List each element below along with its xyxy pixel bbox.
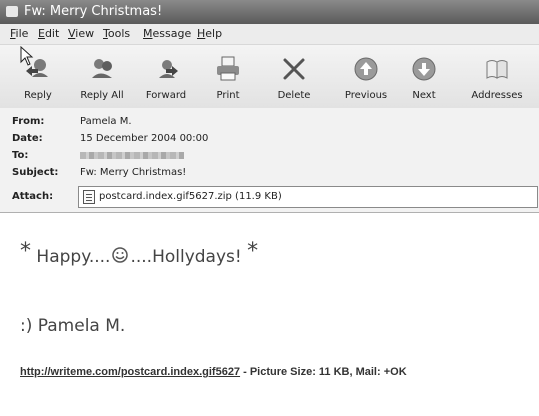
message-header: From: Pamela M. Date: 15 December 2004 0… — [0, 108, 539, 213]
to-row: To: — [0, 148, 300, 163]
attach-label: Attach: — [12, 191, 54, 202]
menu-edit[interactable]: Edit — [38, 24, 59, 44]
address-book-icon — [486, 60, 508, 79]
star-glyph: * — [20, 239, 31, 264]
date-value: 15 December 2004 00:00 — [80, 133, 209, 144]
forward-button[interactable]: Forward — [138, 45, 194, 107]
attachment-item[interactable]: postcard.index.gif5627.zip (11.9 KB) — [78, 186, 538, 208]
next-button[interactable]: Next — [404, 45, 444, 107]
printer-icon — [217, 56, 239, 81]
redacted-recipient — [80, 152, 184, 159]
menu-file[interactable]: File — [10, 24, 28, 44]
arrow-up-icon — [354, 57, 378, 81]
footer-info: - Picture Size: 11 KB, Mail: +OK — [240, 366, 407, 378]
star-glyph: * — [247, 239, 259, 264]
signature: :) Pamela M. — [20, 316, 126, 336]
postcard-link[interactable]: http://writeme.com/postcard.index.gif562… — [20, 366, 240, 378]
previous-button[interactable]: Previous — [338, 45, 394, 107]
footer-line: http://writeme.com/postcard.index.gif562… — [20, 366, 407, 378]
greeting-text-left: Happy.... — [36, 247, 111, 267]
menu-tools[interactable]: Tools — [103, 24, 130, 44]
reply-all-icon — [92, 59, 112, 78]
smiley-icon — [112, 247, 129, 263]
to-label: To: — [12, 150, 29, 161]
toolbar: Reply Reply All Forward Print Delete Pre… — [0, 45, 539, 109]
reply-all-button[interactable]: Reply All — [74, 45, 130, 107]
envelope-icon — [6, 6, 18, 17]
from-label: From: — [12, 116, 45, 127]
message-body: * Happy.... ....Hollydays! * :) Pamela M.… — [0, 213, 539, 416]
forward-icon — [159, 60, 178, 78]
subject-value: Fw: Merry Christmas! — [80, 167, 187, 178]
delete-x-icon — [283, 58, 305, 80]
greeting-line: * Happy.... ....Hollydays! * — [20, 239, 258, 268]
print-button[interactable]: Print — [208, 45, 248, 107]
menu-bar: File Edit View Tools Message Help — [0, 24, 539, 45]
greeting-text-right: ....Hollydays! — [130, 247, 242, 267]
addresses-button[interactable]: Addresses — [464, 45, 530, 107]
attachment-name: postcard.index.gif5627.zip (11.9 KB) — [99, 191, 282, 202]
title-bar: Fw: Merry Christmas! — [0, 0, 539, 24]
date-label: Date: — [12, 133, 43, 144]
delete-button[interactable]: Delete — [272, 45, 316, 107]
mouse-cursor-icon — [20, 46, 34, 66]
subject-label: Subject: — [12, 167, 59, 178]
window-title: Fw: Merry Christmas! — [24, 4, 163, 19]
file-icon — [83, 190, 95, 204]
menu-view[interactable]: View — [68, 24, 94, 44]
menu-message[interactable]: Message — [143, 24, 191, 44]
from-value: Pamela M. — [80, 116, 132, 127]
menu-help[interactable]: Help — [197, 24, 222, 44]
arrow-down-icon — [412, 57, 436, 81]
